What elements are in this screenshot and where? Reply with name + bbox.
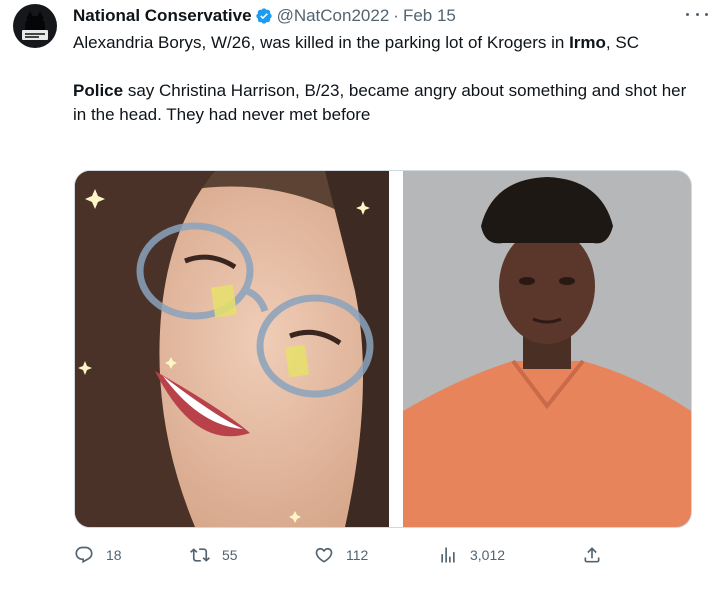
header-separator: ·	[393, 6, 399, 25]
author-handle[interactable]: @NatCon2022	[277, 6, 390, 26]
tweet-actions: 18 55 112 3,012	[74, 540, 614, 570]
tweet-paragraph-2: Police say Christina Harrison, B/23, bec…	[73, 81, 687, 124]
like-icon	[315, 547, 333, 563]
tweet[interactable]: National Conservative @NatCon2022 · Feb …	[0, 0, 722, 592]
hashtag-police[interactable]: Police	[73, 81, 123, 100]
retweet-icon	[190, 548, 210, 562]
photo-victim[interactable]	[75, 171, 389, 527]
reply-button[interactable]: 18	[74, 540, 122, 570]
avatar[interactable]	[13, 4, 57, 48]
tweet-date[interactable]: Feb 15	[403, 6, 456, 26]
tweet-text: Alexandria Borys, W/26, was killed in th…	[73, 31, 703, 127]
retweet-button[interactable]: 55	[190, 540, 238, 570]
views-count: 3,012	[470, 547, 506, 563]
reply-count: 18	[106, 547, 122, 563]
verified-badge-icon[interactable]	[255, 7, 273, 25]
retweet-count: 55	[222, 547, 238, 563]
media-grid[interactable]	[74, 170, 692, 528]
like-count: 112	[346, 547, 369, 563]
photo-suspect[interactable]	[403, 171, 691, 527]
tweet-header: National Conservative @NatCon2022 · Feb …	[73, 5, 456, 27]
avatar-sign	[22, 30, 48, 40]
like-button[interactable]: 112	[314, 540, 368, 570]
hashtag-irmo[interactable]: Irmo	[569, 33, 606, 52]
share-icon	[584, 547, 600, 563]
more-icon[interactable]	[686, 6, 708, 22]
views-icon	[441, 547, 455, 563]
author-name[interactable]: National Conservative	[73, 6, 252, 26]
views-button[interactable]: 3,012	[438, 540, 505, 570]
reply-icon	[75, 546, 93, 564]
tweet-paragraph-1: Alexandria Borys, W/26, was killed in th…	[73, 33, 639, 52]
share-button[interactable]	[582, 540, 602, 570]
